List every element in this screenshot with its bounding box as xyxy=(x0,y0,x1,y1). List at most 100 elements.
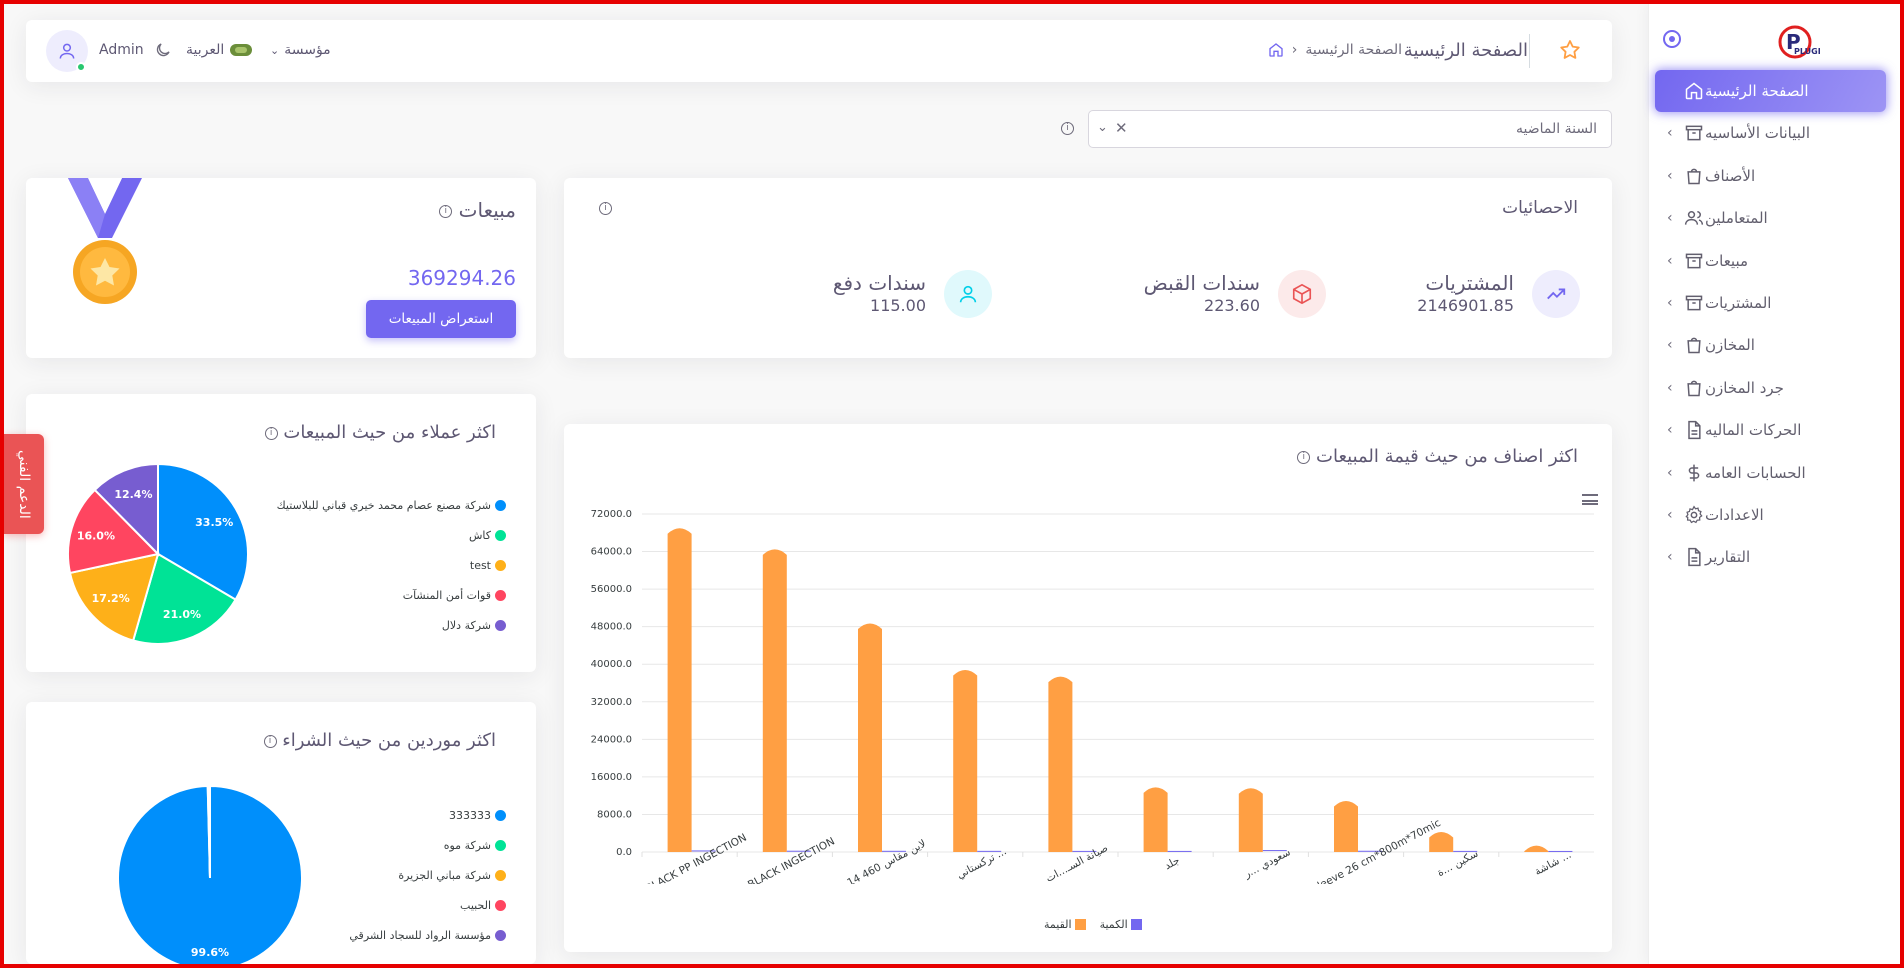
chevron-left-icon: ‹ xyxy=(1667,294,1673,311)
x-tick-label: BLACK INGECTION xyxy=(746,835,837,884)
breadcrumb: › الصفحة الرئيسية xyxy=(1268,42,1402,58)
language-selector[interactable]: العربية xyxy=(186,42,253,58)
bar-value[interactable] xyxy=(667,528,692,852)
sidebar-item-9[interactable]: الحركات الماليه ‹ xyxy=(1655,409,1886,451)
shopping-bag-icon xyxy=(1683,334,1705,356)
support-tab[interactable]: الدعم الفني xyxy=(4,434,44,534)
user-icon xyxy=(944,270,992,318)
sidebar-item-6[interactable]: المشتريات ‹ xyxy=(1655,282,1886,324)
stat-payments: سندات دفع 115.00 xyxy=(833,270,992,318)
divider xyxy=(1529,34,1530,68)
shopping-bag-icon xyxy=(1683,165,1705,187)
online-status-dot xyxy=(76,62,86,72)
home-icon[interactable] xyxy=(1268,42,1284,58)
chevron-left-icon: ‹ xyxy=(1667,210,1673,227)
legend-item[interactable]: القيمة xyxy=(1044,918,1086,931)
sidebar-item-4[interactable]: المتعاملين ‹ xyxy=(1655,197,1886,239)
legend-item[interactable]: كاش xyxy=(277,520,506,550)
legend-item[interactable]: قوات أمن المنشآت xyxy=(277,580,506,610)
sidebar-item-7[interactable]: المخازن ‹ xyxy=(1655,324,1886,366)
bar-value[interactable] xyxy=(1143,787,1168,852)
period-select[interactable]: السنة الماضيه ✕ ⌄ xyxy=(1088,110,1612,148)
chevron-left-icon: ‹ xyxy=(1667,549,1673,566)
bar-value[interactable] xyxy=(858,623,882,852)
legend-item[interactable]: 333333 xyxy=(349,800,506,830)
logo[interactable]: P PLUGIN xyxy=(1774,22,1820,62)
info-icon[interactable]: i xyxy=(263,734,277,748)
stat-purchases: المشتريات 2146901.85 xyxy=(1417,270,1580,318)
sidebar-item-label: جرد المخازن xyxy=(1705,378,1784,397)
legend-item[interactable]: شركة دلال xyxy=(277,610,506,640)
pin-sidebar-icon[interactable] xyxy=(1663,30,1681,48)
period-select-value: السنة الماضيه xyxy=(1516,121,1597,137)
bar-value[interactable] xyxy=(1238,788,1263,852)
bar-value[interactable] xyxy=(1048,676,1073,852)
sidebar-item-12[interactable]: التقارير ‹ xyxy=(1655,536,1886,578)
y-tick-label: 48000.0 xyxy=(591,622,632,633)
sidebar-item-11[interactable]: الاعدادات ‹ xyxy=(1655,494,1886,536)
top-suppliers-card: i اكثر موردين من حيث الشراء 99.6% 333333… xyxy=(26,702,536,964)
pie-slice[interactable] xyxy=(208,784,211,879)
pie-data-label: 21.0% xyxy=(163,608,201,621)
legend-item[interactable]: شركة موه xyxy=(349,830,506,860)
user-name[interactable]: Admin xyxy=(99,42,144,58)
chevron-down-icon[interactable]: ⌄ xyxy=(1097,120,1108,135)
view-sales-button[interactable]: استعراض المبيعات xyxy=(366,300,516,338)
bar-value[interactable] xyxy=(1334,800,1358,852)
top-customers-pie-chart: 33.5% 21.0% 17.2% 16.0% 12.4% xyxy=(67,462,249,645)
legend-item[interactable]: الحبيب xyxy=(349,890,506,920)
info-icon[interactable]: i xyxy=(599,202,612,215)
x-tick-label: 14 لاين مقاس 460 xyxy=(845,838,928,884)
top-navbar: الصفحة الرئيسية › الصفحة الرئيسية Admin … xyxy=(26,20,1612,82)
sidebar-item-label: الاعدادات xyxy=(1705,505,1764,524)
archive-icon xyxy=(1683,122,1705,144)
stat-label: سندات القبض xyxy=(1143,271,1260,295)
sidebar-item-2[interactable]: البيانات الأساسيه ‹ xyxy=(1655,112,1886,154)
medal-icon xyxy=(68,178,142,304)
legend-label: مؤسسة الرواد للسجاد الشرقي xyxy=(349,928,491,942)
legend-item[interactable]: مؤسسة الرواد للسجاد الشرقي xyxy=(349,920,506,950)
legend-label: قوات أمن المنشآت xyxy=(402,588,491,602)
top-suppliers-legend: 333333 شركة موه شركة مباني الجزيرة الحبيب مؤ… xyxy=(349,800,506,950)
legend-swatch xyxy=(495,809,506,821)
top-suppliers-pie-chart: 99.6% xyxy=(117,784,303,964)
clear-icon[interactable]: ✕ xyxy=(1115,119,1128,137)
bar-value[interactable] xyxy=(1429,831,1454,852)
star-icon[interactable] xyxy=(1558,38,1582,62)
sidebar-item-label: المتعاملين xyxy=(1705,209,1768,228)
user-icon xyxy=(59,43,75,59)
sidebar-item-8[interactable]: جرد المخازن ‹ xyxy=(1655,367,1886,409)
top-items-title: i اكثر اصناف من حيث قيمة المبيعات xyxy=(1297,446,1578,467)
legend-swatch xyxy=(495,559,506,571)
breadcrumb-current: الصفحة الرئيسية xyxy=(1305,42,1402,58)
legend-item[interactable]: شركة مباني الجزيرة xyxy=(349,860,506,890)
sidebar-item-1[interactable]: الصفحة الرئيسية xyxy=(1655,70,1886,112)
info-icon[interactable]: i xyxy=(1061,122,1074,135)
file-text-icon xyxy=(1683,546,1705,568)
legend-item[interactable]: test xyxy=(277,550,506,580)
organization-dropdown[interactable]: ⌄ مؤسسة xyxy=(270,42,331,58)
organization-label: مؤسسة xyxy=(284,42,331,58)
bar-value[interactable] xyxy=(1524,845,1549,852)
legend-item[interactable]: الكمية xyxy=(1100,918,1142,931)
stat-value: 115.00 xyxy=(870,296,926,315)
sidebar-item-label: الحركات الماليه xyxy=(1705,421,1802,440)
bar-quantity[interactable] xyxy=(1167,850,1192,852)
bar-value[interactable] xyxy=(762,549,787,852)
sidebar-item-3[interactable]: الأصناف ‹ xyxy=(1655,155,1886,197)
avatar[interactable] xyxy=(46,30,88,72)
sidebar-item-label: المخازن xyxy=(1705,336,1755,355)
sidebar-item-10[interactable]: الحسابات العامه ‹ xyxy=(1655,452,1886,494)
info-icon[interactable]: i xyxy=(1297,450,1311,464)
info-icon[interactable]: i xyxy=(439,205,453,218)
chevron-left-icon: ‹ xyxy=(1667,337,1673,354)
y-tick-label: 8000.0 xyxy=(597,809,632,820)
moon-icon[interactable] xyxy=(154,41,172,59)
pie-data-label: 33.5% xyxy=(195,516,233,529)
sidebar-item-5[interactable]: مبيعات ‹ xyxy=(1655,240,1886,282)
bar-value[interactable] xyxy=(953,670,978,852)
sidebar: P PLUGIN الصفحة الرئيسية البيانات الأساسي… xyxy=(1648,4,1900,964)
info-icon[interactable]: i xyxy=(264,426,278,440)
stat-receipts: سندات القبض 223.60 xyxy=(1144,270,1326,318)
legend-item[interactable]: شركة مصنع عصام محمد خيري قباني للبلاستيك xyxy=(277,490,506,520)
